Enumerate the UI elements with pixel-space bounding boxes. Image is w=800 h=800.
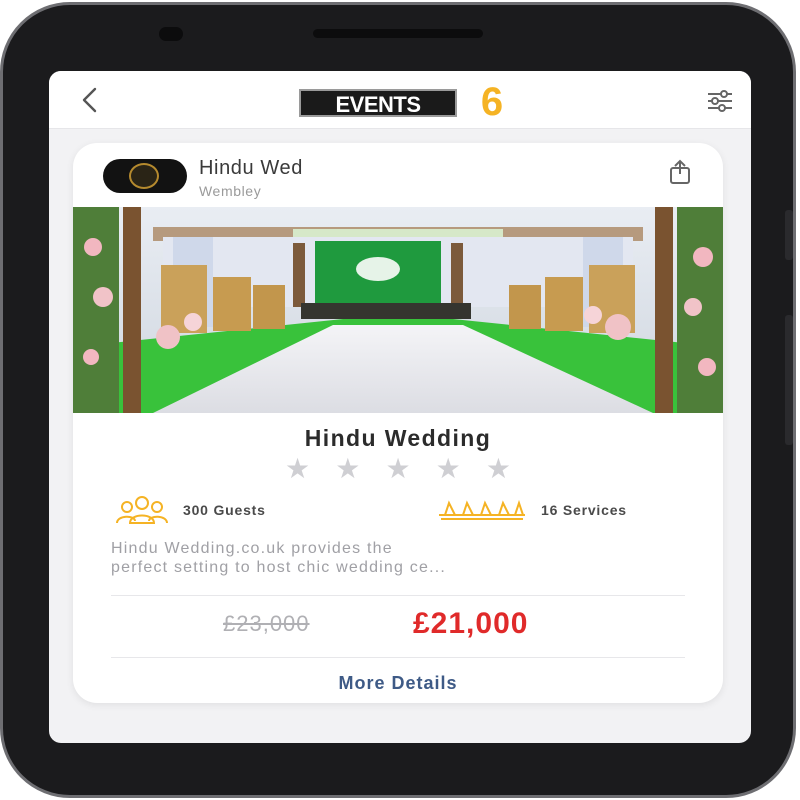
share-icon[interactable] [669, 159, 691, 185]
avatar-emblem [129, 163, 159, 189]
logo-text: EVENTS [299, 89, 457, 117]
top-bar: EVENTS 6 [49, 71, 751, 129]
star-icon: ★ [435, 453, 461, 484]
app-screen: EVENTS 6 Hindu Wed Wembley Hindu Wedding… [49, 71, 751, 743]
original-price: £23,000 [223, 611, 310, 636]
front-camera [159, 27, 183, 41]
chevron-left-icon[interactable] [75, 85, 105, 115]
listing-title: Hindu Wedding [304, 425, 492, 451]
star-icon: ★ [485, 453, 511, 484]
power-button [785, 315, 793, 445]
services-icon [439, 499, 525, 520]
venue-avatar[interactable] [103, 159, 187, 193]
star-icon: ★ [335, 453, 361, 484]
earpiece-speaker [313, 29, 483, 38]
guests-stat: 300 Guests [113, 493, 266, 527]
divider [111, 657, 685, 658]
venue-location: Wembley [199, 183, 262, 199]
events6-logo: EVENTS 6 [299, 80, 525, 124]
star-icon: ★ [385, 453, 411, 484]
guests-icon [116, 496, 168, 524]
rating-stars: ★ ★ ★ ★ ★ [285, 455, 511, 483]
venue-photo[interactable] [73, 207, 723, 413]
logo-number: 6 [480, 80, 504, 124]
star-icon: ★ [285, 453, 311, 484]
services-stat: 16 Services [435, 493, 627, 527]
sale-price: £21,000 [413, 607, 529, 640]
phone-frame: EVENTS 6 Hindu Wed Wembley Hindu Wedding… [0, 2, 796, 798]
sliders-icon[interactable] [707, 89, 733, 113]
listing-description: Hindu Wedding.co.uk provides the perfect… [111, 540, 447, 576]
divider [111, 595, 685, 596]
services-count: 16 Services [541, 502, 627, 518]
venue-card[interactable]: Hindu Wed Wembley Hindu Wedding ★ ★ ★ ★ … [73, 143, 723, 703]
venue-name[interactable]: Hindu Wed [199, 157, 303, 180]
volume-button [785, 210, 793, 260]
guests-count: 300 Guests [183, 502, 266, 518]
more-details-link[interactable]: More Details [73, 673, 723, 694]
